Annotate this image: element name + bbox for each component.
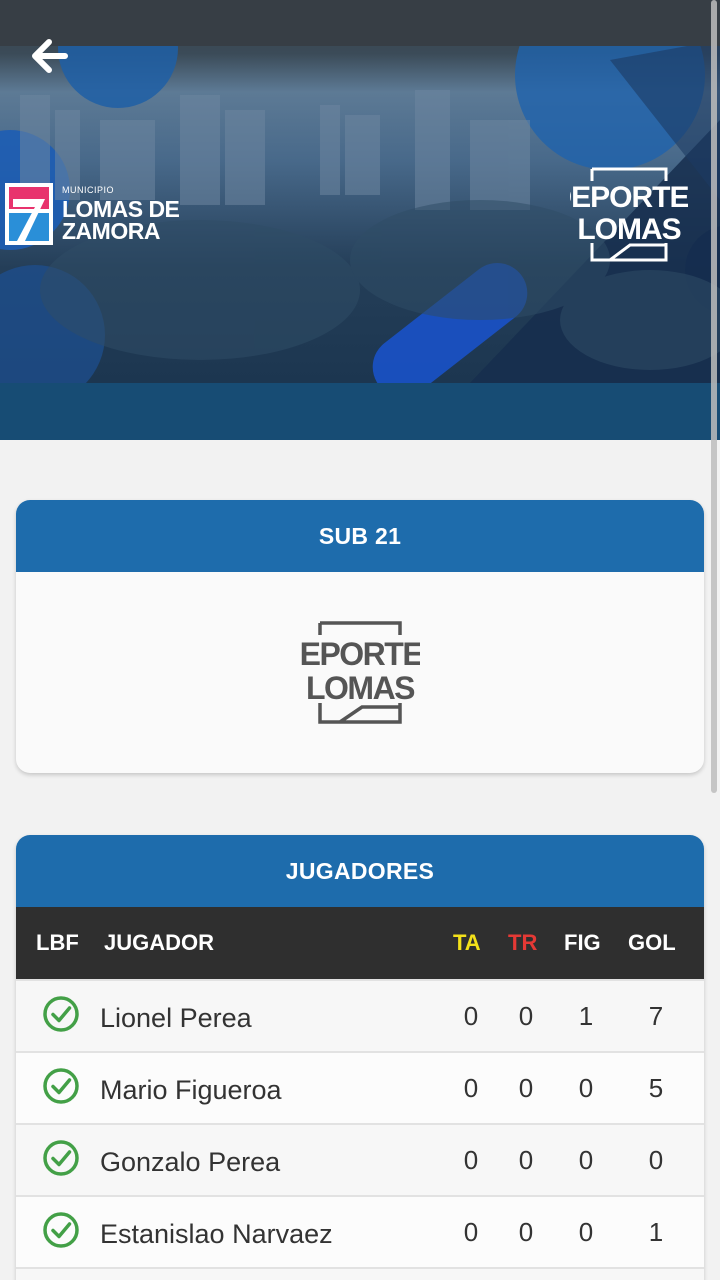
deportes-lomas-logo-small: DEPORTES LOMAS <box>300 620 420 724</box>
logo-small-line2: LOMAS <box>306 670 415 706</box>
player-ta: 0 <box>463 1145 479 1175</box>
col-player: JUGADOR <box>104 930 215 955</box>
check-circle-icon <box>43 996 79 1032</box>
deportes-line2: LOMAS <box>577 213 680 246</box>
table-row[interactable]: Lionel Perea 0 0 1 7 <box>16 979 704 1051</box>
player-gol: 7 <box>648 1001 664 1031</box>
municipio-lomas-logo: MUNICIPIO LOMAS DE ZAMORA <box>5 183 180 245</box>
check-circle-icon <box>43 1068 79 1104</box>
table-row[interactable]: Gonzalo Perea 0 0 0 0 <box>16 1123 704 1195</box>
table-row[interactable] <box>16 1267 704 1280</box>
lomas-name-line2: ZAMORA <box>62 218 160 244</box>
player-fig: 0 <box>578 1145 594 1175</box>
lomas-emblem-icon <box>5 183 53 245</box>
back-button[interactable] <box>26 34 72 78</box>
col-lbf: LBF <box>36 930 79 955</box>
logo-small-line1: DEPORTES <box>300 636 420 672</box>
check-circle-icon <box>43 1140 79 1176</box>
player-ta: 0 <box>463 1001 479 1031</box>
col-fig: FIG <box>564 930 601 955</box>
player-gol: 0 <box>648 1145 664 1175</box>
scrollbar[interactable] <box>711 0 717 793</box>
arrow-left-icon <box>32 39 68 73</box>
player-fig: 0 <box>578 1217 594 1247</box>
players-table-body: Lionel Perea 0 0 1 7 Mario Figueroa 0 0 … <box>16 979 704 1280</box>
player-fig: 0 <box>578 1073 594 1103</box>
player-name: Mario Figueroa <box>100 1075 282 1105</box>
player-ta: 0 <box>463 1073 479 1103</box>
player-tr: 0 <box>518 1145 534 1175</box>
col-gol: GOL <box>628 930 676 955</box>
col-tr: TR <box>508 930 538 955</box>
check-circle-icon <box>43 1212 79 1248</box>
banner-photo: MUNICIPIO LOMAS DE ZAMORA DEPORTES LOMAS <box>0 0 720 383</box>
player-ta: 0 <box>463 1217 479 1247</box>
banner-bottom-strip <box>0 383 720 440</box>
category-card: SUB 21 DEPORTES LOMAS <box>16 500 704 773</box>
category-title: SUB 21 <box>16 500 704 572</box>
col-ta: TA <box>453 930 481 955</box>
deportes-lomas-logo: DEPORTES LOMAS <box>550 165 709 265</box>
header-banner: MUNICIPIO LOMAS DE ZAMORA DEPORTES LOMAS <box>0 0 720 440</box>
lomas-name-line1: LOMAS DE <box>62 196 180 222</box>
players-title: JUGADORES <box>16 835 704 907</box>
players-table-header: LBF JUGADOR TA TR FIG GOL <box>16 907 704 979</box>
table-row[interactable]: Mario Figueroa 0 0 0 5 <box>16 1051 704 1123</box>
player-gol: 1 <box>648 1217 664 1247</box>
municipio-label: MUNICIPIO <box>62 185 115 195</box>
player-gol: 5 <box>648 1073 664 1103</box>
player-tr: 0 <box>518 1001 534 1031</box>
player-name: Lionel Perea <box>100 1003 252 1033</box>
deportes-line1: DEPORTES <box>570 181 688 214</box>
player-tr: 0 <box>518 1217 534 1247</box>
players-card: JUGADORES LBF JUGADOR TA TR FIG GOL Lion… <box>16 835 704 1280</box>
player-name: Gonzalo Perea <box>100 1147 281 1177</box>
player-name: Estanislao Narvaez <box>100 1219 333 1249</box>
player-tr: 0 <box>518 1073 534 1103</box>
table-row[interactable]: Estanislao Narvaez 0 0 0 1 <box>16 1195 704 1267</box>
status-bar-area <box>0 0 720 46</box>
player-fig: 1 <box>578 1001 594 1031</box>
